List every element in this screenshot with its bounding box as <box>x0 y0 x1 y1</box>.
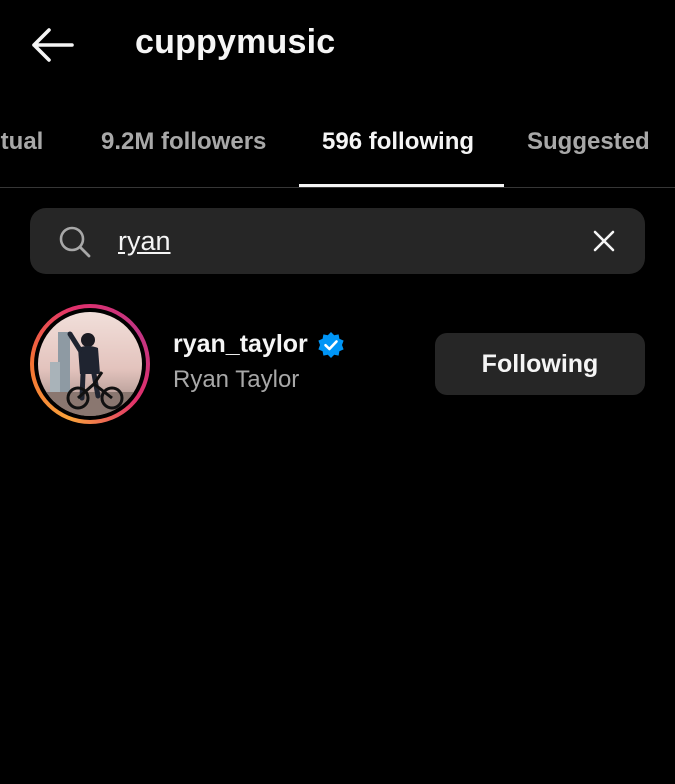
full-name: Ryan Taylor <box>173 366 300 393</box>
tab-followers[interactable]: 9.2M followers <box>101 128 266 156</box>
verified-badge-icon <box>318 331 344 358</box>
search-input[interactable] <box>118 220 568 262</box>
active-tab-indicator <box>299 184 504 187</box>
username[interactable]: ryan_taylor <box>173 330 308 359</box>
search-icon <box>59 226 91 258</box>
tab-suggested[interactable]: Suggested <box>527 128 650 156</box>
follow-tabs: utual 9.2M followers 596 following Sugge… <box>0 100 675 188</box>
story-ring[interactable] <box>30 304 150 424</box>
avatar <box>38 312 142 416</box>
arrow-left-icon <box>32 28 74 62</box>
search-bar <box>30 208 645 274</box>
close-icon[interactable] <box>590 227 618 255</box>
top-bar: cuppymusic <box>0 0 675 88</box>
following-button[interactable]: Following <box>435 333 645 395</box>
tab-mutual[interactable]: utual <box>0 128 43 156</box>
avatar-photo <box>38 331 142 416</box>
back-button[interactable] <box>28 24 76 66</box>
tab-following[interactable]: 596 following <box>322 128 474 156</box>
page-title: cuppymusic <box>135 23 336 61</box>
list-item[interactable]: ryan_taylor Ryan Taylor Following <box>0 300 675 430</box>
